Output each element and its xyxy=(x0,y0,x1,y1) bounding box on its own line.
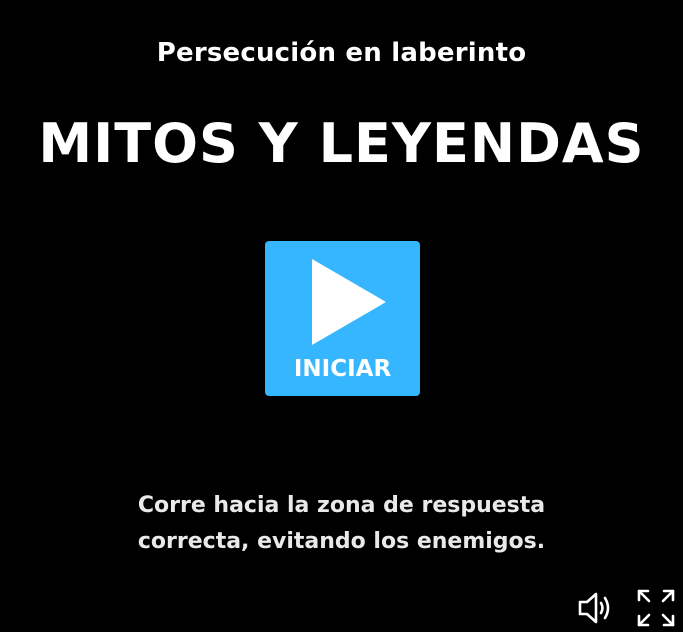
instructions-text: Corre hacia la zona de respuesta correct… xyxy=(0,488,683,560)
start-button[interactable]: INICIAR xyxy=(265,241,420,396)
game-title: MITOS Y LEYENDAS xyxy=(38,112,645,175)
game-stage: Persecución en laberinto MITOS Y LEYENDA… xyxy=(0,0,683,630)
activity-type-label: Persecución en laberinto xyxy=(156,38,527,68)
fullscreen-icon xyxy=(637,589,675,627)
instructions-line: correcta, evitando los enemigos. xyxy=(137,529,546,554)
start-button-label: INICIAR xyxy=(293,356,392,382)
speaker-icon xyxy=(578,592,610,624)
sound-button[interactable] xyxy=(576,588,616,628)
play-icon xyxy=(312,259,386,345)
fullscreen-button[interactable] xyxy=(636,588,676,628)
instructions-line: Corre hacia la zona de respuesta xyxy=(137,493,546,518)
